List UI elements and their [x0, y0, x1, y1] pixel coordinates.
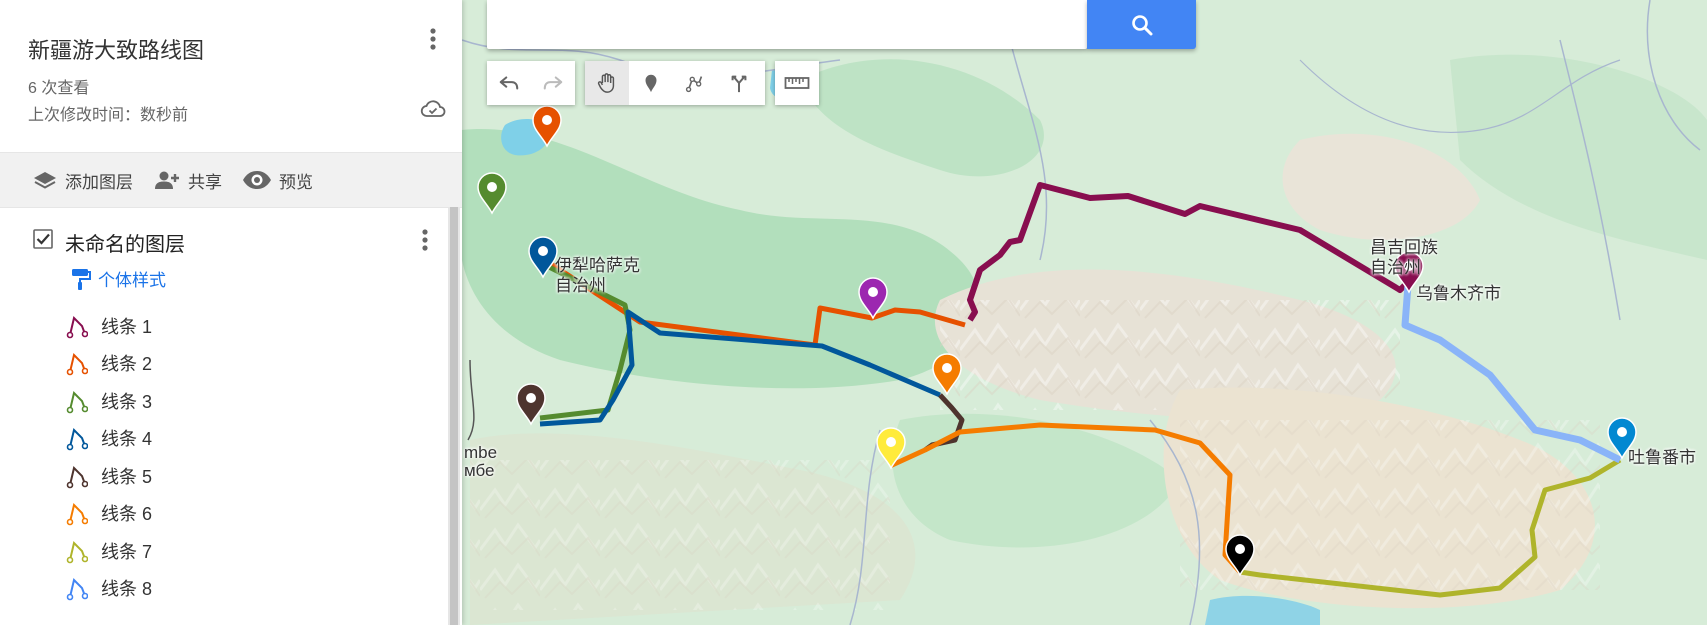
line-icon — [66, 391, 88, 414]
measure-toolbar — [775, 61, 819, 105]
search-icon — [1131, 14, 1152, 35]
individual-style-link[interactable]: 个体样式 — [70, 266, 166, 291]
action-bar: 添加图层 共享 预览 — [0, 152, 462, 208]
line-item-2[interactable]: 线条 2 — [66, 348, 152, 378]
add-marker-button[interactable] — [629, 61, 673, 105]
line-icon — [66, 503, 88, 526]
line-icon — [66, 316, 88, 339]
sidebar: 新疆游大致路线图 6 次查看 上次修改时间：数秒前 添加图层 共享 预览 未命名… — [0, 0, 462, 625]
map-label-changji: 昌吉回族 — [1370, 238, 1438, 257]
line-item-label: 线条 8 — [101, 579, 153, 599]
map-title[interactable]: 新疆游大致路线图 — [28, 33, 204, 65]
draw-line-icon — [685, 76, 703, 93]
paint-roller-icon — [72, 268, 91, 290]
undo-button[interactable] — [487, 61, 531, 105]
history-toolbar — [487, 61, 575, 105]
line-item-4[interactable]: 线条 4 — [66, 423, 152, 453]
add-layer-label: 添加图层 — [65, 172, 133, 192]
map-label-yili-2: 自治州 — [555, 276, 606, 295]
redo-icon — [543, 76, 563, 90]
map-label-urumqi: 乌鲁木齐市 — [1416, 284, 1501, 303]
line-icon — [66, 466, 88, 489]
line-item-3[interactable]: 线条 3 — [66, 386, 152, 416]
map-label-changji-2: 自治州 — [1370, 258, 1421, 277]
scrollbar-thumb[interactable] — [450, 207, 458, 625]
map-label-mbe: mbe — [464, 443, 498, 462]
line-item-label: 线条 2 — [101, 354, 153, 374]
line-item-label: 线条 5 — [101, 467, 153, 487]
map-marker-orange[interactable] — [532, 105, 562, 148]
map-marker-purple[interactable] — [858, 277, 888, 320]
redo-button[interactable] — [531, 61, 575, 105]
map-label-turpan: 吐鲁番市 — [1628, 448, 1696, 467]
line-icon — [66, 428, 88, 451]
layer-options-button[interactable] — [410, 225, 440, 255]
add-layer-button[interactable]: 添加图层 — [32, 153, 133, 207]
line-icon — [66, 541, 88, 564]
undo-icon — [499, 76, 519, 90]
map-marker-light-orange[interactable] — [932, 353, 962, 396]
draw-toolbar — [585, 61, 765, 105]
search-input[interactable] — [487, 0, 1067, 49]
line-icon — [66, 353, 88, 376]
more-vert-icon — [422, 229, 428, 251]
line-item-7[interactable]: 线条 7 — [66, 536, 152, 566]
view-count: 6 次查看 — [28, 80, 90, 97]
preview-button[interactable]: 预览 — [242, 153, 313, 207]
map-marker-black[interactable] — [1225, 534, 1255, 577]
line-item-label: 线条 7 — [101, 542, 153, 562]
map-marker-yellow[interactable] — [876, 427, 906, 470]
add-person-icon — [155, 171, 179, 189]
map-marker-brown[interactable] — [516, 383, 546, 426]
directions-button[interactable] — [717, 61, 761, 105]
search-button[interactable] — [1087, 0, 1196, 49]
more-vert-icon — [430, 28, 436, 50]
share-label: 共享 — [188, 172, 222, 192]
search-box — [487, 0, 1087, 49]
layers-icon — [34, 172, 56, 189]
line-item-label: 线条 1 — [101, 317, 153, 337]
individual-style-label: 个体样式 — [98, 271, 166, 290]
map-label-mbe-cyrillic: мбе — [464, 461, 495, 480]
preview-label: 预览 — [279, 172, 313, 192]
eye-icon — [243, 171, 271, 189]
line-item-label: 线条 3 — [101, 392, 153, 412]
line-item-1[interactable]: 线条 1 — [66, 311, 152, 341]
hand-icon — [597, 73, 615, 93]
directions-icon — [731, 75, 747, 93]
line-icon — [66, 578, 88, 601]
share-button[interactable]: 共享 — [153, 153, 222, 207]
hand-tool-button[interactable] — [585, 61, 629, 105]
map-marker-green[interactable] — [477, 172, 507, 215]
cloud-saved-icon — [420, 100, 446, 117]
marker-icon — [645, 74, 657, 93]
draw-line-button[interactable] — [673, 61, 717, 105]
sidebar-scrollbar[interactable] — [448, 207, 460, 625]
measure-button[interactable] — [775, 61, 819, 105]
line-item-label: 线条 4 — [101, 429, 153, 449]
map-label-yili: 伊犁哈萨克 — [555, 256, 640, 275]
line-item-5[interactable]: 线条 5 — [66, 461, 152, 491]
ruler-icon — [784, 77, 810, 89]
line-item-8[interactable]: 线条 8 — [66, 573, 152, 603]
line-item-label: 线条 6 — [101, 504, 153, 524]
layer-name[interactable]: 未命名的图层 — [65, 228, 185, 257]
map-options-button[interactable] — [418, 24, 448, 54]
map-marker-blue[interactable] — [528, 236, 558, 279]
line-item-6[interactable]: 线条 6 — [66, 498, 152, 528]
last-modified: 上次修改时间：数秒前 — [28, 107, 189, 124]
layer-visibility-checkbox[interactable] — [32, 228, 54, 250]
